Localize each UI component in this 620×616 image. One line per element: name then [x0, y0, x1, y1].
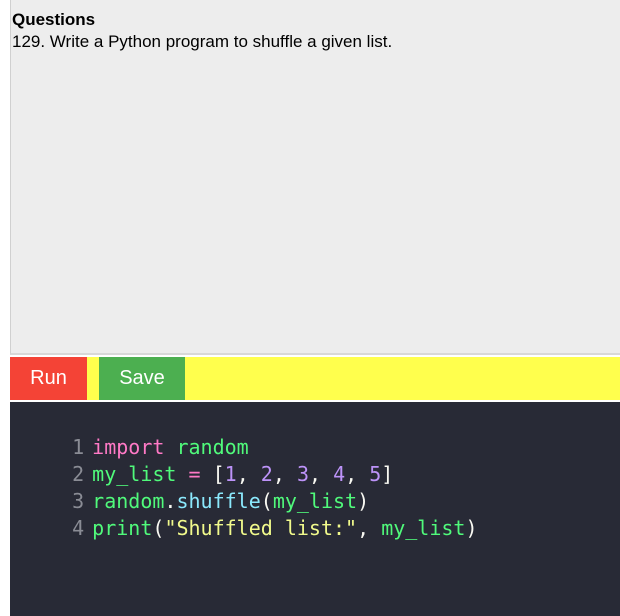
code-editor[interactable]: 1 import random 2 my_list = [1, 2, 3, 4, 5… [10, 402, 620, 616]
code-token: ( [152, 516, 165, 540]
code-token: ] [381, 462, 394, 486]
editor-toolbar: Run Save [10, 357, 620, 400]
run-button[interactable]: Run [10, 357, 87, 400]
line-number: 4 [72, 516, 85, 540]
code-line[interactable]: 3 random.shuffle(my_list) [10, 461, 369, 513]
question-heading: Questions [12, 10, 96, 29]
question-panel: Questions 129. Write a Python program to… [10, 0, 620, 355]
code-token: my_list [381, 516, 466, 540]
save-button[interactable]: Save [99, 357, 185, 400]
question-text: 129. Write a Python program to shuffle a… [12, 32, 393, 51]
code-token: "Shuffled list:" [164, 516, 358, 540]
code-token: print [92, 516, 153, 540]
code-token: ) [465, 516, 478, 540]
code-line[interactable]: 1 import random [10, 407, 249, 459]
code-line[interactable]: 2 my_list = [1, 2, 3, 4, 5] [10, 434, 393, 486]
code-token: , [357, 516, 382, 540]
code-line[interactable]: 4 print("Shuffled list:", my_list) [10, 488, 477, 540]
code-token: 5 [369, 462, 382, 486]
